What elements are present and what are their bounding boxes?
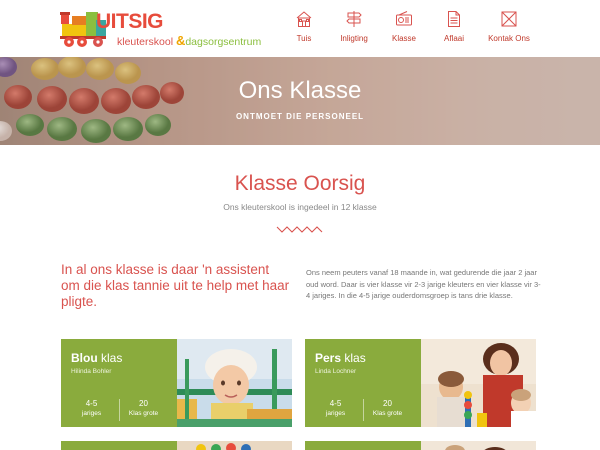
class-size-stat: 20 Klas grote bbox=[121, 399, 166, 417]
class-size-value: 20 bbox=[383, 399, 392, 408]
class-name: Blou klas bbox=[71, 351, 122, 365]
site-header: UITSIG kleuterskool &dagsorgsentrum Tuis… bbox=[0, 0, 600, 57]
nav-label-kontak-ons: Kontak Ons bbox=[488, 34, 530, 43]
class-age-stat: 4-5 jariges bbox=[69, 399, 114, 417]
class-card-pers[interactable]: Pers klas Linda Lochner 4-5 jariges 20 K… bbox=[305, 339, 536, 427]
class-age-label: jariges bbox=[81, 410, 102, 417]
main-nav: Tuis Inligting Klasse Aflaai Kontak Ons bbox=[280, 10, 538, 43]
class-size-value: 20 bbox=[139, 399, 148, 408]
envelope-icon bbox=[501, 11, 517, 27]
class-card-partial-left[interactable] bbox=[61, 441, 292, 450]
nav-item-tuis[interactable]: Tuis bbox=[280, 10, 328, 43]
class-teacher: Hilinda Bohler bbox=[71, 368, 112, 375]
class-photo-partial-left bbox=[177, 441, 292, 450]
class-size-label: Klas grote bbox=[128, 410, 159, 417]
section-subtitle: Ons kleuterskool is ingedeel in 12 klass… bbox=[223, 202, 377, 212]
stat-divider bbox=[119, 399, 120, 421]
logo-sub-amp: & bbox=[175, 33, 186, 48]
class-age-value: 4-5 bbox=[85, 399, 98, 408]
site-logo[interactable]: UITSIG kleuterskool &dagsorgsentrum bbox=[60, 8, 275, 50]
document-icon bbox=[448, 11, 460, 27]
class-name-suffix: klas bbox=[101, 351, 123, 365]
nav-label-aflaai: Aflaai bbox=[443, 34, 464, 43]
nav-label-klasse: Klasse bbox=[391, 34, 416, 43]
class-name-main: Pers bbox=[315, 351, 342, 365]
nav-label-inligting: Inligting bbox=[340, 34, 368, 43]
child-on-playground-image bbox=[177, 339, 292, 427]
intro-text: Ons neem peuters vanaf 18 maande in, wat… bbox=[306, 268, 541, 300]
section-title: Klasse Oorsig bbox=[234, 172, 366, 195]
radio-icon bbox=[396, 11, 412, 26]
stat-divider bbox=[363, 399, 364, 421]
class-name: Pers klas bbox=[315, 351, 366, 365]
nav-label-tuis: Tuis bbox=[296, 34, 312, 43]
nav-item-aflaai[interactable]: Aflaai bbox=[428, 10, 480, 43]
class-photo-blou bbox=[177, 339, 292, 427]
teacher-with-children-image bbox=[421, 339, 536, 427]
hero-subtitle: ONTMOET DIE PERSONEEL bbox=[235, 112, 365, 121]
class-name-suffix: klas bbox=[344, 351, 366, 365]
hero-banner: Ons Klasse ONTMOET DIE PERSONEEL bbox=[0, 57, 600, 145]
class-teacher: Linda Lochner bbox=[315, 368, 357, 375]
class-card-blou[interactable]: Blou klas Hilinda Bohler 4-5 jariges 20 … bbox=[61, 339, 292, 427]
class-photo-pers bbox=[421, 339, 536, 427]
nav-item-klasse[interactable]: Klasse bbox=[380, 10, 428, 43]
house-icon bbox=[296, 11, 312, 27]
intro-lead: In al ons klasse is daar 'n assistent om… bbox=[61, 262, 290, 309]
class-age-value: 4-5 bbox=[329, 399, 342, 408]
class-age-stat: 4-5 jariges bbox=[313, 399, 358, 417]
class-photo-partial-right bbox=[421, 441, 536, 450]
hero-title: Ons Klasse bbox=[238, 77, 362, 104]
class-name-main: Blou bbox=[71, 351, 98, 365]
wave-divider-icon bbox=[276, 226, 323, 233]
class-size-stat: 20 Klas grote bbox=[365, 399, 410, 417]
signpost-icon bbox=[346, 11, 362, 27]
logo-sub-a: kleuterskool bbox=[117, 36, 176, 48]
class-size-label: Klas grote bbox=[372, 410, 403, 417]
logo-subtitle: kleuterskool &dagsorgsentrum bbox=[117, 33, 261, 48]
class-card-info: Pers klas Linda Lochner 4-5 jariges 20 K… bbox=[305, 339, 421, 427]
logo-wordmark: UITSIG bbox=[96, 10, 164, 33]
nav-item-kontak-ons[interactable]: Kontak Ons bbox=[480, 10, 538, 43]
class-age-label: jariges bbox=[325, 410, 346, 417]
class-card-partial-right[interactable] bbox=[305, 441, 536, 450]
nav-item-inligting[interactable]: Inligting bbox=[328, 10, 380, 43]
logo-sub-b: dagsorgsentrum bbox=[185, 36, 262, 48]
class-card-info: Blou klas Hilinda Bohler 4-5 jariges 20 … bbox=[61, 339, 177, 427]
